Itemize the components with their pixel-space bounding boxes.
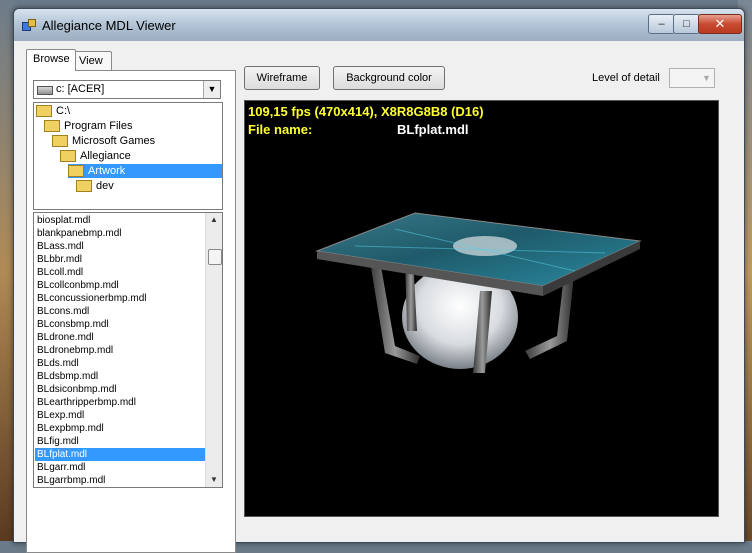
list-item[interactable]: BLcollconbmp.mdl [35, 279, 207, 292]
folder-icon [68, 165, 84, 178]
wireframe-button[interactable]: Wireframe [244, 66, 320, 90]
desktop-background-left [0, 0, 14, 541]
model-viewport[interactable]: 109,15 fps (470x414), X8R8G8B8 (D16) Fil… [244, 100, 719, 517]
list-item[interactable]: BLearthripperbmp.mdl [35, 396, 207, 409]
platform-model-render [315, 212, 642, 373]
close-button[interactable]: ✕ [698, 14, 742, 34]
background-color-button[interactable]: Background color [333, 66, 445, 90]
level-of-detail-select[interactable]: ▼ [669, 68, 715, 88]
list-item[interactable]: BLexpbmp.mdl [35, 422, 207, 435]
maximize-button[interactable]: □ [673, 14, 700, 34]
tree-node-label: Program Files [64, 120, 133, 132]
list-item[interactable]: BLcoll.mdl [35, 266, 207, 279]
client-area: Browse View c: [ACER] ▼ C:\ Program Files… [17, 41, 741, 553]
list-item[interactable]: BLds.mdl [35, 357, 207, 370]
list-item[interactable]: BLass.mdl [35, 240, 207, 253]
drive-select[interactable]: c: [ACER] ▼ [33, 80, 221, 99]
list-item[interactable]: BLfplat.mdl [35, 448, 207, 461]
list-item[interactable]: BLconsbmp.mdl [35, 318, 207, 331]
tree-node-label: C:\ [56, 105, 71, 117]
scroll-thumb[interactable] [208, 249, 222, 265]
tab-browse[interactable]: Browse [26, 49, 76, 71]
folder-icon [36, 105, 52, 118]
folder-icon [52, 135, 68, 148]
list-item[interactable]: BLbbr.mdl [35, 253, 207, 266]
list-item[interactable]: BLdsiconbmp.mdl [35, 383, 207, 396]
tree-node-label: Artwork [88, 165, 126, 177]
scroll-up-icon[interactable]: ▲ [206, 213, 222, 227]
tree-node[interactable]: Allegiance [60, 149, 131, 163]
file-list-scrollbar[interactable]: ▲ ▼ [205, 213, 222, 487]
window-title: Allegiance MDL Viewer [42, 18, 176, 33]
folder-icon [76, 180, 92, 193]
scroll-down-icon[interactable]: ▼ [206, 473, 222, 487]
list-item[interactable]: BLdronebmp.mdl [35, 344, 207, 357]
tree-node[interactable]: Program Files [44, 119, 132, 133]
list-item[interactable]: BLgarrbmp.mdl [35, 474, 207, 487]
list-item[interactable]: BLdrone.mdl [35, 331, 207, 344]
folder-icon [44, 120, 60, 133]
browse-panel: c: [ACER] ▼ C:\ Program Files Microsoft Ga… [26, 70, 236, 553]
tree-node[interactable]: C:\ [36, 104, 70, 118]
tree-node-label: dev [96, 180, 114, 192]
tree-node[interactable]: Artwork [68, 164, 222, 178]
tree-node[interactable]: Microsoft Games [52, 134, 155, 148]
level-of-detail-label: Level of detail [592, 72, 660, 84]
tab-view[interactable]: View [72, 51, 112, 70]
tree-node[interactable]: dev [76, 179, 114, 193]
main-window: Allegiance MDL Viewer – □ ✕ Browse View … [13, 8, 745, 553]
tree-node-label: Allegiance [80, 150, 131, 162]
list-item[interactable]: BLdsbmp.mdl [35, 370, 207, 383]
drive-icon [37, 86, 53, 95]
tree-node-label: Microsoft Games [72, 135, 156, 147]
folder-tree[interactable]: C:\ Program Files Microsoft Games Allegianc… [33, 102, 223, 210]
app-icon[interactable] [22, 19, 36, 31]
list-item[interactable]: BLexp.mdl [35, 409, 207, 422]
folder-icon [60, 150, 76, 163]
list-item[interactable]: BLcons.mdl [35, 305, 207, 318]
list-item[interactable]: BLconcussionerbmp.mdl [35, 292, 207, 305]
list-item[interactable]: blankpanebmp.mdl [35, 227, 207, 240]
chevron-down-icon[interactable]: ▼ [699, 69, 714, 87]
list-item[interactable]: BLfig.mdl [35, 435, 207, 448]
chevron-down-icon[interactable]: ▼ [203, 81, 220, 98]
file-list[interactable]: BLgarrbmp.mdl BLgarr.mdl BLfplat.mdl BLfig.… [33, 212, 223, 488]
minimize-button[interactable]: – [648, 14, 675, 34]
drive-select-value: c: [ACER] [56, 83, 105, 95]
list-item[interactable]: BLgarr.mdl [35, 461, 207, 474]
title-bar[interactable]: Allegiance MDL Viewer – □ ✕ [14, 9, 744, 41]
list-item[interactable]: biosplat.mdl [35, 214, 207, 227]
